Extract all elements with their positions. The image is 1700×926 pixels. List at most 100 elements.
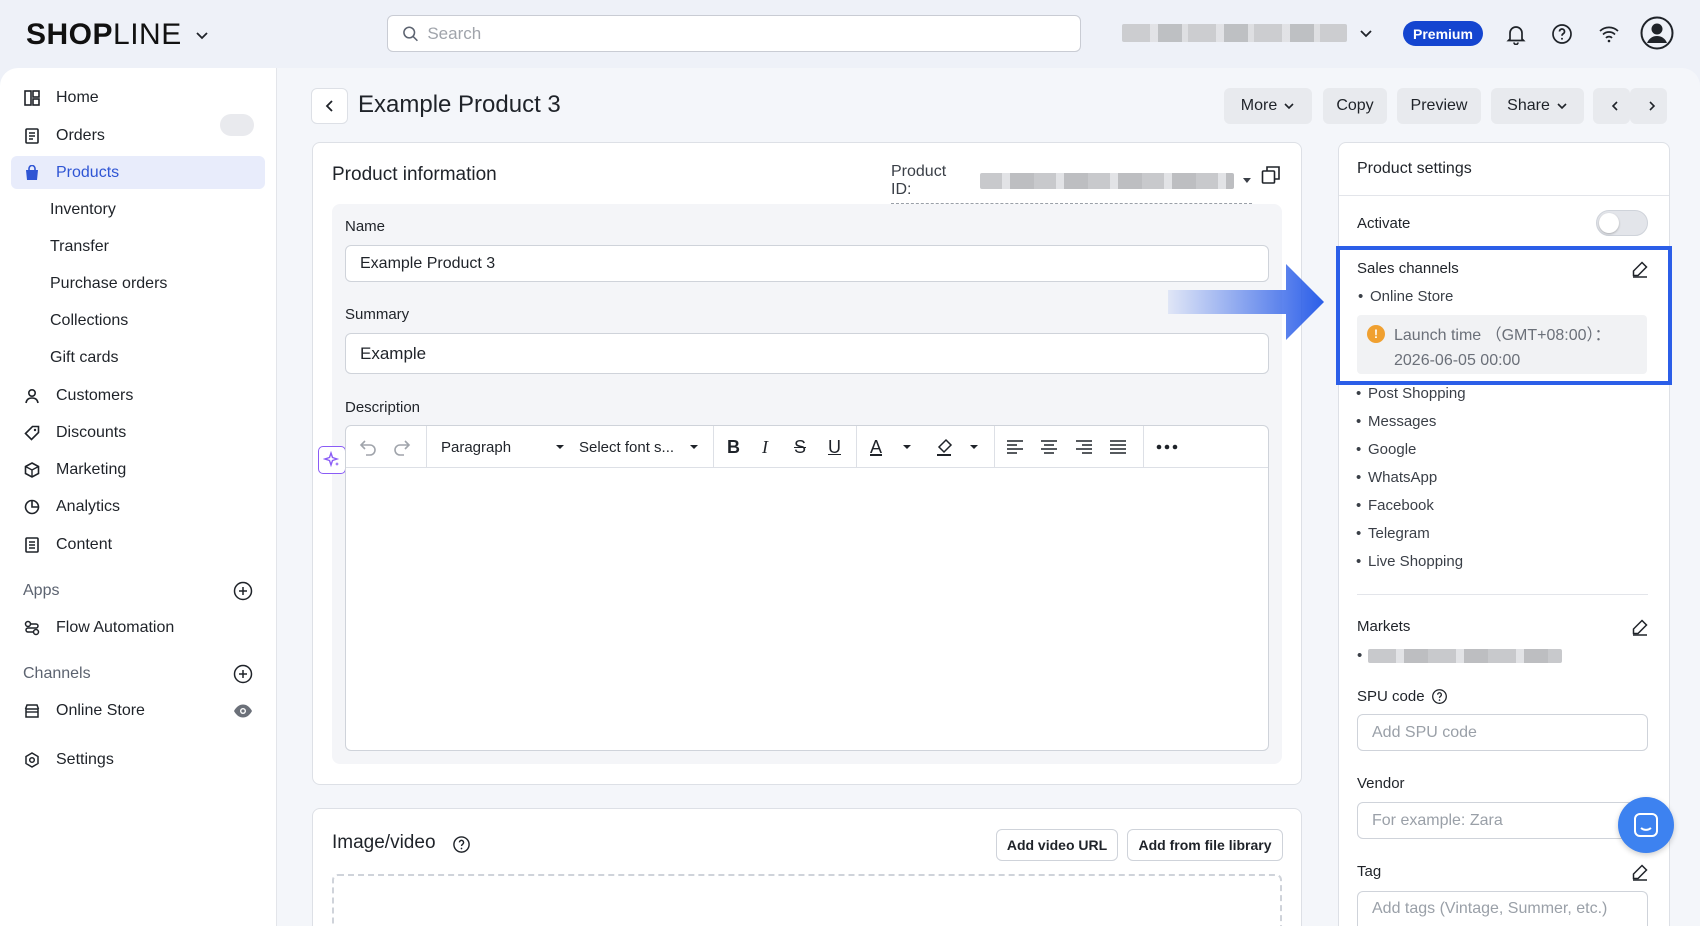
customers-icon (23, 387, 41, 405)
sidebar-item-transfer[interactable]: Transfer (11, 230, 265, 263)
activate-toggle[interactable] (1596, 210, 1648, 236)
content-icon (23, 536, 41, 554)
sidebar-item-label: Transfer (50, 237, 109, 255)
home-icon (23, 89, 41, 107)
bold-icon[interactable]: B (727, 426, 740, 468)
sidebar-item-customers[interactable]: Customers (11, 379, 265, 412)
underline-icon[interactable]: U (828, 426, 841, 468)
user-avatar-icon[interactable] (1640, 16, 1674, 50)
copy-id-icon[interactable] (1261, 165, 1281, 185)
store-name-redacted[interactable] (1122, 24, 1347, 42)
summary-input[interactable] (360, 343, 1268, 364)
vendor-field[interactable] (1357, 802, 1648, 839)
next-product-button[interactable] (1630, 88, 1667, 124)
sidebar-item-products[interactable]: Products (11, 156, 265, 189)
font-color-caret-icon[interactable] (902, 426, 912, 468)
shopline-logo[interactable]: SHOP LINE (26, 18, 210, 52)
tag-field[interactable] (1357, 891, 1648, 926)
sidebar-item-flow-automation[interactable]: Flow Automation (11, 611, 265, 644)
search-input[interactable] (427, 23, 1080, 44)
highlight-color-caret-icon[interactable] (969, 426, 979, 468)
redo-icon[interactable] (392, 426, 412, 468)
summary-field[interactable] (345, 333, 1269, 374)
sidebar-item-purchase-orders[interactable]: Purchase orders (11, 267, 265, 300)
sidebar-item-home[interactable]: Home (11, 81, 265, 114)
paragraph-select[interactable]: Paragraph (441, 426, 565, 468)
share-button[interactable]: Share (1491, 88, 1584, 124)
online-store-icon (23, 702, 41, 720)
search-box[interactable] (387, 15, 1081, 52)
product-settings-title: Product settings (1357, 160, 1472, 177)
align-justify-icon[interactable] (1109, 426, 1127, 468)
add-video-url-button[interactable]: Add video URL (996, 829, 1118, 861)
sidebar-item-label: Inventory (50, 200, 116, 218)
undo-icon[interactable] (358, 426, 378, 468)
font-size-select[interactable]: Select font s... (579, 426, 699, 468)
products-bag-icon (23, 164, 41, 182)
logo-text-bold: SHOP (26, 18, 114, 51)
edit-tags-icon[interactable] (1631, 863, 1649, 881)
logo-text-thin: LINE (113, 18, 182, 51)
sidebar-item-settings[interactable]: Settings (11, 743, 265, 776)
sidebar-item-marketing[interactable]: Marketing (11, 453, 265, 486)
sidebar-item-discounts[interactable]: Discounts (11, 416, 265, 449)
strikethrough-icon[interactable]: S (794, 426, 806, 468)
wifi-icon[interactable] (1596, 21, 1622, 47)
tag-input[interactable] (1372, 900, 1647, 918)
vendor-input[interactable] (1372, 811, 1647, 830)
store-chevron-down-icon[interactable] (1358, 25, 1374, 41)
edit-markets-icon[interactable] (1631, 618, 1649, 636)
help-icon[interactable] (452, 835, 471, 854)
chevron-down-icon (1557, 103, 1567, 110)
name-field[interactable] (345, 245, 1269, 282)
editor-toolbar: Paragraph Select font s... B I S U A (346, 426, 1268, 468)
copy-button[interactable]: Copy (1323, 88, 1387, 124)
sidebar-item-label: Gift cards (50, 348, 119, 366)
settings-divider (1357, 594, 1648, 595)
toolbar-divider (856, 426, 857, 468)
channels-section-label: Channels (23, 665, 91, 682)
preview-button[interactable]: Preview (1397, 88, 1481, 124)
italic-icon[interactable]: I (762, 426, 768, 468)
align-left-icon[interactable] (1006, 426, 1024, 468)
more-options-icon[interactable] (1156, 426, 1178, 468)
previous-product-button[interactable] (1593, 88, 1630, 124)
add-from-file-library-button[interactable]: Add from file library (1127, 829, 1283, 861)
help-icon[interactable] (1431, 688, 1448, 705)
chat-support-button[interactable] (1618, 797, 1674, 853)
spu-code-field[interactable] (1357, 714, 1648, 751)
add-channel-plus-icon[interactable] (233, 664, 253, 684)
align-right-icon[interactable] (1075, 426, 1093, 468)
copy-button-label: Copy (1336, 97, 1374, 114)
product-id-field[interactable]: Product ID: (891, 163, 1252, 204)
back-button[interactable] (311, 88, 348, 124)
sidebar-item-collections[interactable]: Collections (11, 304, 265, 337)
highlight-color-icon[interactable] (934, 426, 954, 468)
sidebar-item-gift-cards[interactable]: Gift cards (11, 341, 265, 374)
sidebar-item-content[interactable]: Content (11, 528, 265, 561)
discount-tag-icon (23, 424, 41, 442)
settings-icon (23, 751, 41, 769)
media-dropzone[interactable] (332, 874, 1282, 926)
product-id-label: Product ID: (891, 163, 947, 198)
help-icon[interactable] (1549, 21, 1575, 47)
toolbar-divider (426, 426, 427, 468)
sidebar-item-label: Customers (56, 386, 134, 404)
chevron-down-icon[interactable] (194, 27, 210, 43)
premium-badge[interactable]: Premium (1403, 21, 1483, 46)
sidebar-item-label: Marketing (56, 460, 127, 478)
bell-icon[interactable] (1503, 21, 1529, 47)
eye-icon[interactable] (233, 703, 253, 719)
ai-sparkle-button[interactable] (318, 446, 346, 474)
description-editor[interactable]: Paragraph Select font s... B I S U A (345, 425, 1269, 751)
align-center-icon[interactable] (1040, 426, 1058, 468)
sidebar-item-analytics[interactable]: Analytics (11, 490, 265, 523)
add-app-plus-icon[interactable] (233, 581, 253, 601)
sidebar-item-inventory[interactable]: Inventory (11, 193, 265, 226)
sidebar-item-online-store[interactable]: Online Store (11, 694, 265, 727)
font-color-icon[interactable]: A (870, 426, 882, 468)
caret-down-icon (556, 445, 564, 449)
spu-code-input[interactable] (1372, 723, 1647, 742)
name-input[interactable] (360, 254, 1268, 273)
more-button[interactable]: More (1224, 88, 1312, 124)
